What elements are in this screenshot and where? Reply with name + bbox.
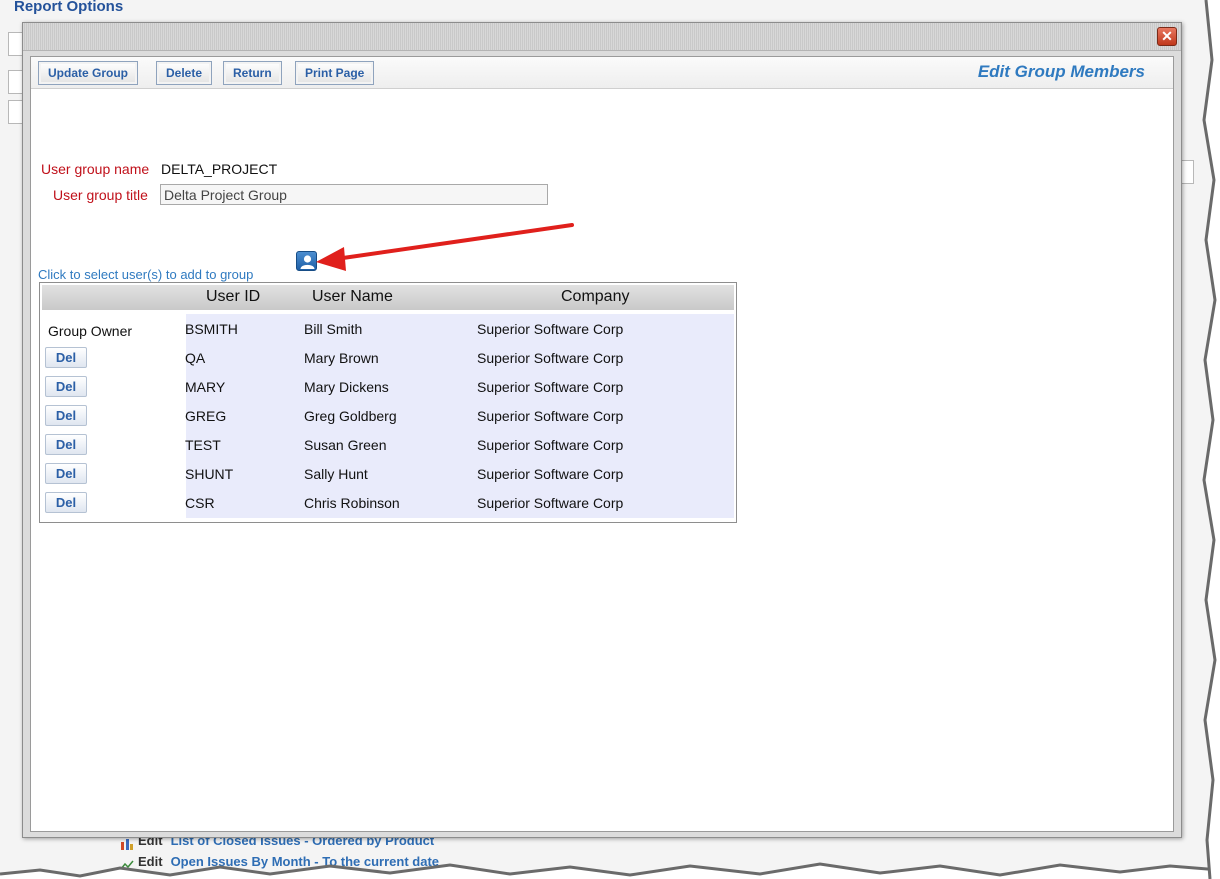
table-row: Del MARY Mary Dickens Superior Software … [40,373,736,402]
user-name-cell: Greg Goldberg [304,408,397,424]
del-button[interactable]: Del [45,347,87,368]
company-cell: Superior Software Corp [477,466,624,482]
table-row: Del SHUNT Sally Hunt Superior Software C… [40,460,736,489]
delete-button[interactable]: Delete [156,61,213,85]
update-group-button[interactable]: Update Group [38,61,138,85]
group-title-input[interactable] [160,184,548,205]
company-cell: Superior Software Corp [477,495,624,511]
print-page-button[interactable]: Print Page [295,61,375,85]
del-button[interactable]: Del [45,463,87,484]
table-row: Del GREG Greg Goldberg Superior Software… [40,402,736,431]
column-header-user-id: User ID [206,288,261,305]
user-id-cell: QA [185,350,206,366]
user-id-cell: MARY [185,379,226,395]
close-button[interactable]: ✕ [1157,27,1177,46]
group-title-label: User group title [53,187,148,203]
red-arrow-annotation [316,223,574,271]
company-cell: Superior Software Corp [477,321,624,337]
user-id-cell: BSMITH [185,321,238,337]
edit-group-dialog: ✕ Update Group Delete Return Print Page … [22,22,1182,838]
user-name-cell: Bill Smith [304,321,363,337]
table-row: Del TEST Susan Green Superior Software C… [40,431,736,460]
user-name-cell: Mary Brown [304,350,379,366]
company-cell: Superior Software Corp [477,437,624,453]
return-button[interactable]: Return [223,61,282,85]
table-header: User ID User Name Company [42,285,734,310]
del-button[interactable]: Del [45,405,87,426]
report-options-title: Report Options [14,0,124,15]
user-name-cell: Sally Hunt [304,466,368,482]
user-name-cell: Mary Dickens [304,379,389,395]
company-cell: Superior Software Corp [477,408,624,424]
torn-edge-bottom [0,862,1220,879]
dialog-titlebar[interactable]: ✕ [23,23,1181,51]
user-id-cell: GREG [185,408,227,424]
group-name-label: User group name [41,161,150,177]
user-id-cell: TEST [185,437,221,453]
user-name-cell: Susan Green [304,437,387,453]
user-id-cell: CSR [185,495,215,511]
table-row: Group Owner BSMITH Bill Smith Superior S… [40,315,736,344]
table-row: Del QA Mary Brown Superior Software Corp [40,344,736,373]
page-title: Edit Group Members [977,62,1145,81]
company-cell: Superior Software Corp [477,379,624,395]
add-users-hint: Click to select user(s) to add to group [38,267,254,282]
close-icon: ✕ [1161,28,1173,44]
del-button[interactable]: Del [45,492,87,513]
table-row: Del CSR Chris Robinson Superior Software… [40,489,736,518]
dialog-body: Update Group Delete Return Print Page Ed… [30,56,1174,832]
user-name-cell: Chris Robinson [304,495,400,511]
group-name-value: DELTA_PROJECT [161,161,278,177]
company-cell: Superior Software Corp [477,350,624,366]
del-button[interactable]: Del [45,434,87,455]
user-id-cell: SHUNT [185,466,234,482]
toolbar: Update Group Delete Return Print Page Ed… [31,57,1173,89]
group-members-table: User ID User Name Company Group Owner BS… [39,282,737,523]
del-button[interactable]: Del [45,376,87,397]
column-header-company: Company [561,288,630,305]
column-header-user-name: User Name [312,288,393,305]
torn-edge-right [1202,0,1220,879]
group-owner-label: Group Owner [48,323,133,339]
